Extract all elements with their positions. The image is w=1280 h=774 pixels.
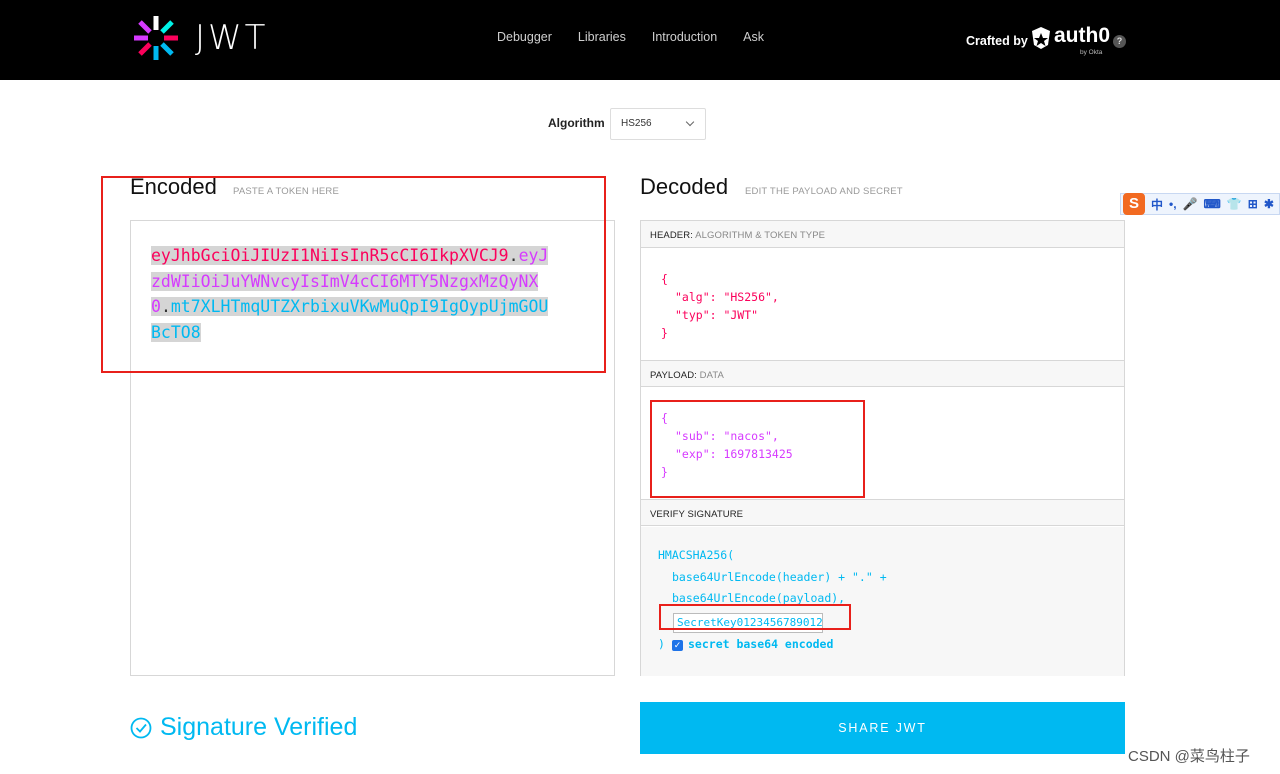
help-icon[interactable]: ?	[1113, 35, 1126, 48]
share-jwt-button[interactable]: SHARE JWT	[640, 702, 1125, 754]
nav-libraries[interactable]: Libraries	[578, 30, 626, 44]
encoded-title: Encoded	[130, 174, 217, 199]
ime-punctuation-icon[interactable]: •,	[1169, 197, 1177, 211]
crafted-by-label: Crafted by	[966, 34, 1028, 48]
token-text[interactable]: eyJhbGciOiJIUzI1NiIsInR5cCI6IkpXVCJ9.eyJ…	[151, 243, 553, 345]
signature-formula: HMACSHA256( base64UrlEncode(header) + ".…	[658, 548, 887, 605]
main-nav: Debugger Libraries Introduction Ask	[497, 30, 764, 44]
ime-microphone-icon[interactable]: 🎤	[1183, 197, 1198, 211]
algorithm-value: HS256	[621, 118, 652, 129]
by-okta-label: by Okta	[1080, 49, 1103, 56]
secret-input[interactable]: SecretKey012345678901234567890123456789	[673, 613, 823, 633]
brand-name: JWT	[195, 18, 269, 58]
jwt-logo-icon[interactable]	[130, 12, 182, 64]
nav-debugger[interactable]: Debugger	[497, 30, 552, 44]
ime-toolbar: S 中 •, 🎤 ⌨ 👕 ⊞ ✱	[1120, 193, 1280, 215]
nav-ask[interactable]: Ask	[743, 30, 764, 44]
payload-json-editor[interactable]: { "sub": "nacos", "exp": 1697813425 }	[661, 409, 793, 481]
auth0-brand[interactable]: auth0	[1054, 24, 1110, 48]
token-header-part: eyJhbGciOiJIUzI1NiIsInR5cCI6IkpXVCJ9	[151, 246, 509, 265]
auth0-shield-icon[interactable]	[1030, 26, 1052, 50]
signature-verified-status: Signature Verified	[160, 713, 358, 741]
algorithm-label: Algorithm	[548, 116, 605, 130]
decoded-panel: HEADER: ALGORITHM & TOKEN TYPE { "alg": …	[640, 220, 1125, 676]
signature-close-paren: )	[658, 637, 665, 651]
ime-apps-icon[interactable]: ⊞	[1248, 197, 1258, 211]
payload-section-title: PAYLOAD: DATA	[641, 360, 1124, 387]
ime-keyboard-icon[interactable]: ⌨	[1204, 197, 1221, 211]
secret-base64-checkbox[interactable]: ✓	[672, 640, 683, 651]
nav-introduction[interactable]: Introduction	[652, 30, 717, 44]
ime-chinese-mode-icon[interactable]: 中	[1151, 196, 1163, 213]
header-section-title: HEADER: ALGORITHM & TOKEN TYPE	[641, 221, 1124, 248]
header-json-editor[interactable]: { "alg": "HS256", "typ": "JWT" }	[661, 270, 779, 342]
check-circle-icon	[130, 717, 152, 739]
decoded-title: Decoded	[640, 174, 729, 199]
sogou-ime-icon[interactable]: S	[1123, 193, 1145, 215]
chevron-down-icon	[685, 117, 695, 127]
encoded-subtitle: PASTE A TOKEN HERE	[233, 186, 340, 197]
decoded-subtitle: EDIT THE PAYLOAD AND SECRET	[745, 186, 903, 197]
signature-section-title: VERIFY SIGNATURE	[641, 499, 1124, 526]
ime-skin-icon[interactable]: 👕	[1227, 197, 1242, 211]
encoded-token-input[interactable]: eyJhbGciOiJIUzI1NiIsInR5cCI6IkpXVCJ9.eyJ…	[130, 220, 615, 676]
secret-base64-label[interactable]: secret base64 encoded	[688, 637, 833, 651]
top-nav-bar: JWT Debugger Libraries Introduction Ask …	[0, 0, 1280, 80]
algorithm-select[interactable]: HS256	[610, 108, 706, 140]
ime-settings-icon[interactable]: ✱	[1264, 197, 1274, 211]
signature-area: HMACSHA256( base64UrlEncode(header) + ".…	[641, 527, 1124, 676]
csdn-watermark: CSDN @菜鸟柱子	[1128, 748, 1250, 765]
token-signature-part: mt7XLHTmqUTZXrbixuVKwMuQpI9IgOypUjmGOUBc…	[151, 297, 549, 342]
